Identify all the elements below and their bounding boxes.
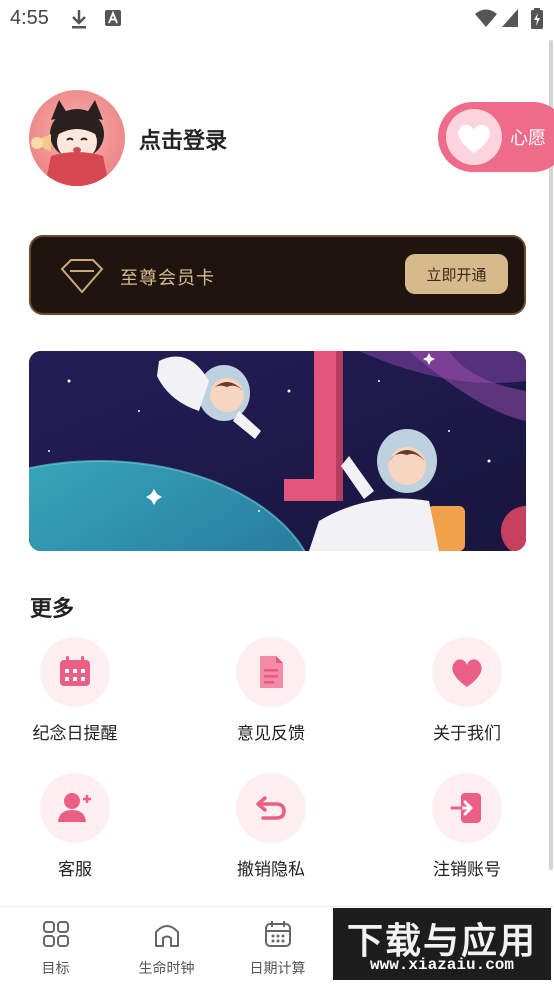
watermark: 下载与应用 www.xiazaiu.com: [333, 908, 551, 980]
grid-item-label: 关于我们: [433, 724, 501, 744]
logout-icon: [450, 793, 481, 823]
login-link[interactable]: 点击登录: [139, 123, 227, 155]
revoke-privacy-item[interactable]: 撤销隐私: [196, 773, 346, 883]
undo-icon: [256, 796, 286, 820]
grid-item-label: 纪念日提醒: [32, 724, 118, 744]
about-us-item[interactable]: 关于我们: [392, 637, 542, 747]
tab-label: 目标: [41, 961, 70, 977]
wish-heart-badge: [446, 109, 502, 165]
home-icon: [155, 925, 179, 947]
status-bar: 4:55: [0, 0, 554, 40]
wifi-icon: [475, 9, 497, 27]
grid-icon: [43, 921, 69, 947]
diamond-icon: [60, 259, 104, 294]
delete-account-item[interactable]: 注销账号: [392, 773, 542, 883]
calendar-icon: [265, 921, 291, 947]
icon-circle: [236, 773, 306, 843]
signal-icon: [502, 9, 518, 27]
wish-button[interactable]: 心愿: [438, 102, 554, 172]
more-section-title: 更多: [30, 597, 75, 622]
icon-circle: [432, 637, 502, 707]
wish-label: 心愿: [510, 128, 546, 149]
watermark-url: www.xiazaiu.com: [369, 956, 515, 974]
download-icon: [72, 10, 86, 29]
tab-date-calc[interactable]: 日期计算: [222, 907, 333, 984]
avatar[interactable]: [29, 90, 125, 186]
battery-charging-icon: [531, 8, 543, 29]
icon-circle: [40, 637, 110, 707]
icon-circle: [40, 773, 110, 843]
heart-icon: [452, 659, 482, 687]
open-vip-button[interactable]: 立即开通: [405, 254, 508, 294]
space-illustration: [29, 351, 526, 551]
document-icon: [260, 656, 283, 688]
customer-service-item[interactable]: 客服: [0, 773, 150, 883]
icon-circle: [432, 773, 502, 843]
promo-banner[interactable]: [29, 351, 526, 551]
grid-item-label: 客服: [58, 860, 92, 880]
tab-label: 生命时钟: [138, 961, 195, 977]
tab-life-clock[interactable]: 生命时钟: [111, 907, 222, 984]
vip-title: 至尊会员卡: [120, 268, 215, 289]
profile-header: 点击登录 心愿: [0, 88, 554, 188]
status-time: 4:55: [10, 7, 49, 29]
grid-item-label: 意见反馈: [237, 724, 305, 744]
tab-goals[interactable]: 目标: [0, 907, 111, 984]
feedback-item[interactable]: 意见反馈: [196, 637, 346, 747]
anniversary-reminder-item[interactable]: 纪念日提醒: [0, 637, 150, 747]
vip-card[interactable]: 至尊会员卡 立即开通: [29, 235, 526, 315]
calendar-icon: [60, 656, 90, 686]
icon-circle: [236, 637, 306, 707]
heart-icon: [458, 124, 490, 153]
grid-item-label: 注销账号: [433, 860, 501, 880]
tab-label: 日期计算: [249, 961, 306, 977]
avatar-illustration: [31, 100, 109, 186]
text-a-icon: [105, 10, 121, 26]
user-add-icon: [58, 793, 91, 822]
grid-item-label: 撤销隐私: [237, 860, 305, 880]
